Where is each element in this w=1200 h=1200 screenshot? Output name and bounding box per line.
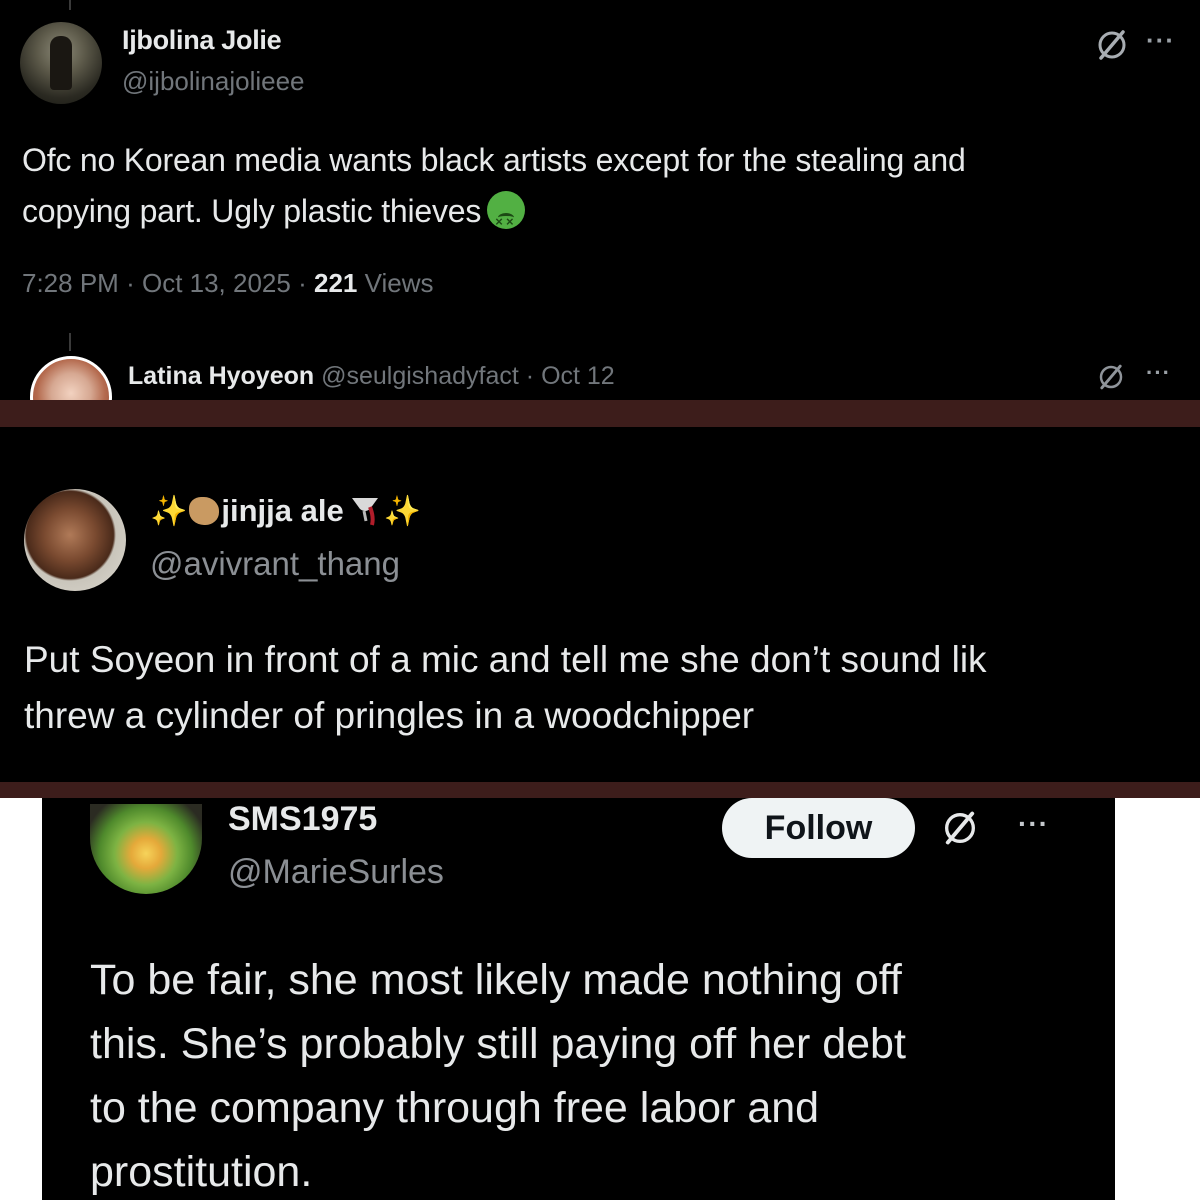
avatar[interactable] — [20, 22, 102, 104]
more-options-icon[interactable]: ··· — [1146, 360, 1171, 386]
meta-separator: · — [298, 268, 307, 298]
post-card-sms1975: SMS1975 @MarieSurles Follow ··· To be fa… — [42, 798, 1115, 1200]
post-text: To be fair, she most likely made nothing… — [90, 948, 1090, 1200]
post-text-line: Put Soyeon in front of a mic and tell me… — [24, 639, 987, 680]
reply-header: Latina Hyoyeon @seulgishadyfact · Oct 12 — [128, 362, 615, 391]
wine-glass-emoji-icon — [348, 495, 384, 527]
post-text-line: prostitution. — [90, 1148, 313, 1196]
post-text-line: To be fair, she most likely made nothing… — [90, 956, 902, 1004]
reply-author-handle[interactable]: @seulgishadyfact — [321, 362, 519, 390]
grok-icon[interactable] — [1096, 362, 1126, 392]
post-text: Put Soyeon in front of a mic and tell me… — [24, 632, 1200, 744]
thread-connector-line — [69, 333, 71, 351]
author-display-name[interactable]: SMS1975 — [228, 800, 377, 839]
sparkles-emoji-icon: ✨ — [150, 495, 188, 528]
reply-date[interactable]: Oct 12 — [541, 362, 615, 390]
post-time[interactable]: 7:28 PM — [22, 268, 119, 298]
post-text-line: threw a cylinder of pringles in a woodch… — [24, 695, 755, 736]
reply-avatar[interactable] — [30, 356, 112, 400]
follow-button[interactable]: Follow — [722, 798, 915, 858]
grok-icon[interactable] — [940, 808, 980, 848]
post-card-ijbolina: Ijbolina Jolie @ijbolinajolieee ··· Ofc … — [0, 0, 1200, 400]
post-text-line: copying part. Ugly plastic thieves — [22, 193, 482, 229]
post-date[interactable]: Oct 13, 2025 — [142, 268, 291, 298]
meta-separator: · — [525, 362, 535, 390]
more-options-icon[interactable]: ··· — [1146, 25, 1175, 56]
avatar[interactable] — [24, 489, 126, 591]
meta-separator: · — [126, 268, 135, 298]
post-text-line: Ofc no Korean media wants black artists … — [22, 142, 966, 178]
author-handle[interactable]: @ijbolinajolieee — [122, 66, 305, 97]
author-handle[interactable]: @avivrant_thang — [150, 545, 400, 583]
reply-author-display-name[interactable]: Latina Hyoyeon — [128, 362, 314, 390]
thread-connector-line — [69, 0, 71, 10]
screenshot-divider — [0, 782, 1200, 798]
views-label: Views — [364, 268, 434, 298]
screenshot-divider — [0, 400, 1200, 427]
post-card-jinjja-ale: ✨ jinjja ale ✨ @avivrant_thang Put Soyeon… — [0, 427, 1200, 782]
grok-icon[interactable] — [1094, 27, 1130, 63]
post-metadata: 7:28 PM · Oct 13, 2025 · 221 Views — [22, 268, 434, 299]
author-display-name-row[interactable]: ✨ jinjja ale ✨ — [150, 493, 421, 529]
views-count: 221 — [314, 268, 358, 298]
author-display-name[interactable]: Ijbolina Jolie — [122, 25, 282, 56]
more-options-icon[interactable]: ··· — [1018, 808, 1049, 840]
author-display-name: jinjja ale — [221, 493, 344, 528]
author-handle[interactable]: @MarieSurles — [228, 853, 444, 892]
avatar[interactable] — [90, 804, 202, 894]
sparkles-emoji-icon: ✨ — [383, 495, 422, 528]
face-emoji-icon — [189, 497, 220, 525]
nauseated-face-emoji-icon — [487, 191, 526, 247]
post-text: Ofc no Korean media wants black artists … — [22, 135, 1182, 247]
post-text-line: to the company through free labor and — [90, 1084, 820, 1132]
post-text-line: this. She’s probably still paying off he… — [90, 1020, 906, 1068]
